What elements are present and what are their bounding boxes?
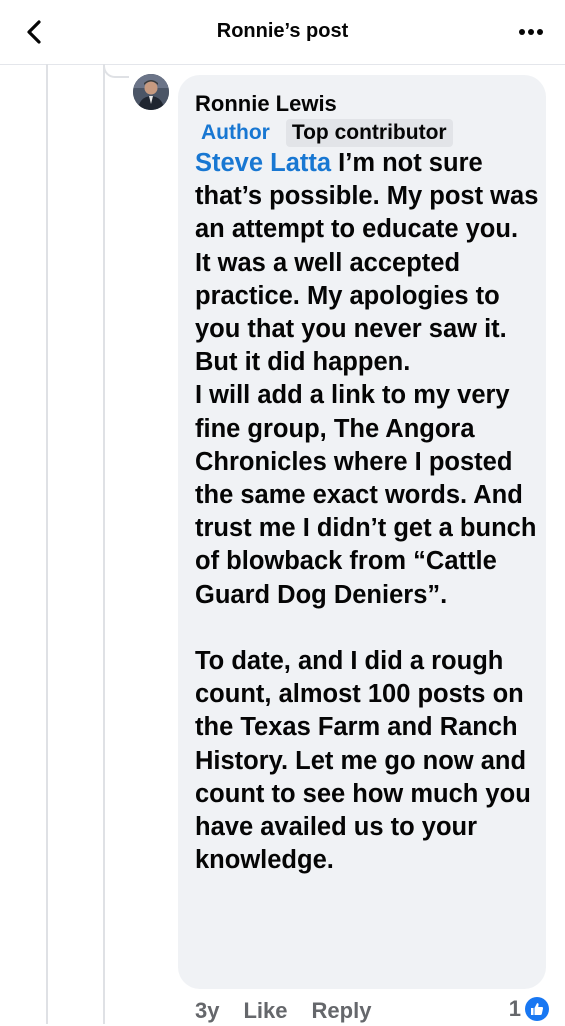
reaction-count: 1 — [508, 996, 521, 1021]
top-bar: Ronnie’s post — [0, 0, 565, 65]
more-options-button[interactable] — [515, 16, 547, 48]
profile-photo — [133, 74, 169, 110]
page-title: Ronnie’s post — [216, 20, 349, 42]
more-dots-icon — [519, 29, 543, 35]
reaction-summary[interactable]: 1 — [509, 996, 549, 1022]
mention-link[interactable]: Steve Latta — [195, 149, 331, 177]
comment-author-name[interactable]: Ronnie Lewis — [195, 91, 337, 117]
reply-button[interactable]: Reply — [312, 998, 372, 1024]
comment-body: Steve Latta I’m not sure that’s possible… — [195, 147, 540, 877]
top-contributor-badge: Top contributor — [285, 119, 453, 147]
thumbs-up-icon — [525, 997, 549, 1021]
thread-line — [46, 64, 48, 1024]
reply-thread-line — [103, 64, 105, 1024]
comment-timestamp[interactable]: 3y — [195, 998, 219, 1024]
comment-bubble: Ronnie Lewis Author Top contributor Stev… — [178, 75, 546, 989]
comment-actions: 3y Like Reply — [195, 996, 371, 1026]
comment-text: I’m not sure that’s possible. My post wa… — [195, 149, 539, 875]
avatar[interactable] — [133, 74, 169, 110]
reply-thread-connector — [103, 64, 129, 78]
author-badges: Author Top contributor — [195, 119, 453, 147]
like-button[interactable]: Like — [243, 998, 287, 1024]
author-badge: Author — [201, 121, 270, 144]
